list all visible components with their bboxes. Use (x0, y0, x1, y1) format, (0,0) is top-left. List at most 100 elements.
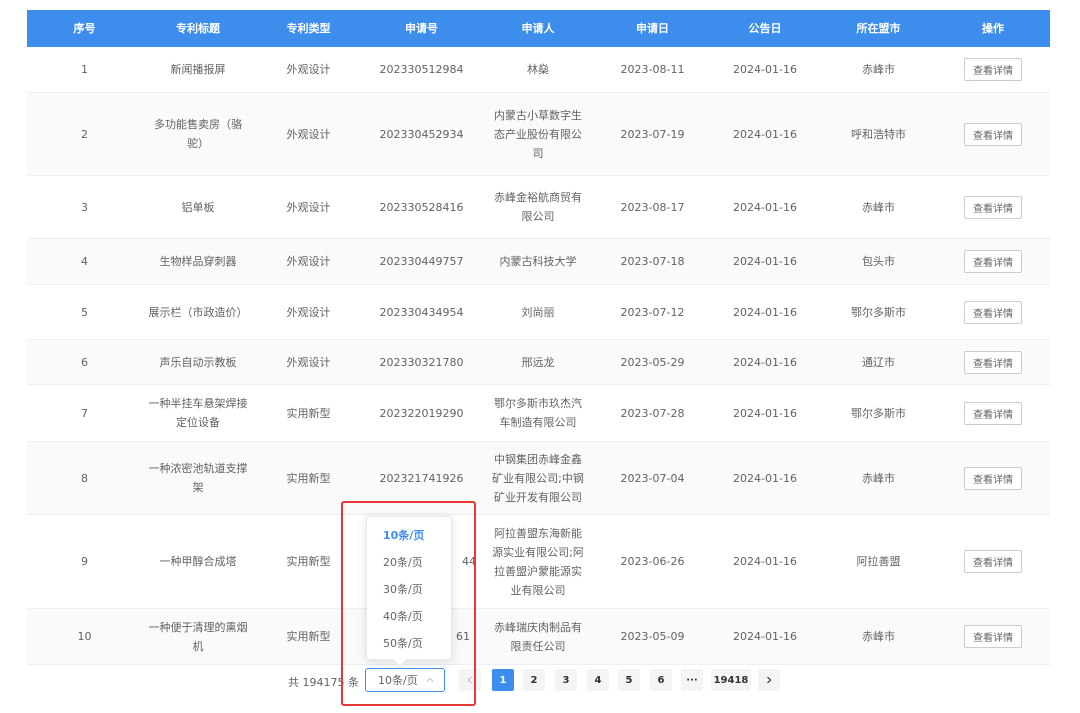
application-number: 202322019290 (379, 406, 464, 420)
action-cell: 查看详情 (936, 340, 1050, 384)
applicant: 中钢集团赤峰金鑫矿业有限公司;中钢矿业开发有限公司 (492, 452, 584, 504)
last-page-button[interactable]: 19418 (711, 669, 751, 691)
total-count: 共 194175 条 (288, 676, 359, 689)
applicant: 阿拉善盟东海新能源实业有限公司;阿拉善盟沪蒙能源实业有限公司 (492, 526, 584, 597)
chevron-right-icon (767, 676, 772, 684)
patent-type: 外观设计 (286, 255, 331, 268)
application-date: 2023-08-11 (620, 63, 685, 76)
row-number: 10 (77, 630, 92, 643)
table-row: 9 一种甲醇合成塔 实用新型 44 阿拉善盟东海新能源实业有限公司;阿拉善盟沪蒙… (27, 515, 1050, 609)
publication-date: 2024-01-16 (733, 255, 797, 268)
header-cell: 专利类型 (286, 22, 331, 35)
application-number: 202330434954 (379, 305, 464, 319)
patent-table: 序号 专利标题 专利类型 申请号 申请人 申请日 公告日 所在盟市 操作 1 新… (27, 10, 1050, 665)
view-details-button[interactable]: 查看详情 (964, 466, 1022, 490)
page-size-select[interactable]: 10条/页 (365, 668, 445, 692)
applicant: 内蒙古科技大学 (499, 255, 577, 268)
application-number: 202330512984 (379, 63, 464, 76)
view-details-button[interactable]: 查看详情 (964, 350, 1022, 374)
row-number: 2 (81, 127, 88, 141)
publication-date: 2024-01-16 (733, 200, 797, 214)
publication-date: 2024-01-16 (733, 406, 797, 420)
chevron-up-icon (426, 677, 434, 682)
city: 赤峰市 (862, 200, 895, 214)
applicant: 赤峰金裕航商贸有限公司 (494, 191, 582, 223)
action-cell: 查看详情 (936, 385, 1050, 441)
view-details-button[interactable]: 查看详情 (964, 401, 1022, 425)
header-cell: 专利标题 (176, 22, 220, 35)
page-button-6[interactable]: 6 (650, 669, 672, 691)
prev-page-button[interactable] (459, 669, 481, 691)
table-row: 1 新闻播报屏 外观设计 202330512984 林燊 2023-08-11 … (27, 47, 1050, 93)
page-button-1[interactable]: 1 (492, 669, 514, 691)
next-page-button[interactable] (758, 669, 780, 691)
patent-type: 实用新型 (286, 471, 331, 485)
view-details-button[interactable]: 查看详情 (964, 195, 1022, 219)
publication-date: 2024-01-16 (733, 63, 797, 76)
publication-date: 2024-01-16 (733, 355, 797, 369)
row-number: 9 (81, 555, 88, 568)
action-cell: 查看详情 (936, 285, 1050, 339)
patent-title: 生物样品穿刺器 (159, 255, 237, 268)
row-number: 6 (81, 355, 88, 369)
application-number: 202330528416 (379, 200, 464, 214)
page-button-4[interactable]: 4 (587, 669, 609, 691)
page-button-2[interactable]: 2 (523, 669, 545, 691)
page-size-option[interactable]: 40条/页 (367, 602, 451, 629)
row-number: 7 (81, 406, 88, 420)
header-cell: 公告日 (748, 22, 782, 35)
view-details-button[interactable]: 查看详情 (964, 58, 1022, 81)
view-details-button[interactable]: 查看详情 (964, 625, 1022, 648)
patent-title: 多功能售卖房（骆驼） (154, 118, 242, 150)
action-cell: 查看详情 (936, 47, 1050, 92)
application-date: 2023-07-28 (620, 406, 685, 420)
page-size-option[interactable]: 50条/页 (367, 629, 451, 656)
city: 阿拉善盟 (856, 555, 901, 568)
application-number: 202330449757 (379, 255, 464, 268)
patent-type: 外观设计 (286, 305, 331, 319)
view-details-button[interactable]: 查看详情 (964, 300, 1022, 324)
city: 鄂尔多斯市 (851, 406, 906, 420)
table-row: 7 一种半挂车悬架焊接定位设备 实用新型 202322019290 鄂尔多斯市玖… (27, 385, 1050, 442)
header-cell: 申请人 (521, 22, 555, 35)
page-size-option[interactable]: 10条/页 (367, 521, 451, 548)
pagination: 共 194175 条 10条/页 1 2 3 4 5 6 ··· 19418 (0, 668, 1080, 694)
application-date: 2023-07-19 (620, 127, 685, 141)
action-cell: 查看详情 (936, 176, 1050, 238)
action-cell: 查看详情 (936, 239, 1050, 284)
city: 赤峰市 (862, 471, 895, 485)
page-size-option[interactable]: 30条/页 (367, 575, 451, 602)
table-row: 5 展示栏（市政造价） 外观设计 202330434954 刘尚丽 2023-0… (27, 285, 1050, 340)
application-date: 2023-06-26 (620, 555, 685, 568)
applicant: 内蒙古小草数字生态产业股份有限公司 (494, 108, 582, 160)
application-date: 2023-07-04 (620, 471, 685, 485)
applicant: 刘尚丽 (521, 305, 555, 319)
application-date: 2023-05-09 (620, 630, 685, 643)
header-cell: 所在盟市 (856, 22, 901, 35)
table-header: 序号 专利标题 专利类型 申请号 申请人 申请日 公告日 所在盟市 操作 (27, 10, 1050, 47)
applicant: 邢远龙 (521, 355, 555, 369)
view-details-button[interactable]: 查看详情 (964, 550, 1022, 573)
applicant: 赤峰瑞庆肉制品有限责任公司 (494, 620, 582, 653)
patent-type: 实用新型 (286, 406, 331, 420)
more-pages-button[interactable]: ··· (681, 669, 703, 691)
application-date: 2023-07-12 (620, 305, 685, 319)
patent-title: 声乐自动示教板 (159, 355, 237, 369)
page-button-5[interactable]: 5 (618, 669, 640, 691)
view-details-button[interactable]: 查看详情 (964, 122, 1022, 146)
row-number: 3 (81, 200, 88, 214)
patent-type: 外观设计 (286, 200, 331, 214)
city: 呼和浩特市 (851, 127, 906, 141)
page-button-3[interactable]: 3 (555, 669, 577, 691)
page-size-option[interactable]: 20条/页 (367, 548, 451, 575)
application-date: 2023-05-29 (620, 355, 685, 369)
view-details-button[interactable]: 查看详情 (964, 250, 1022, 273)
applicant: 鄂尔多斯市玖杰汽车制造有限公司 (494, 397, 582, 429)
page-size-value: 10条/页 (378, 674, 418, 687)
patent-type: 外观设计 (286, 355, 331, 369)
table-row: 2 多功能售卖房（骆驼） 外观设计 202330452934 内蒙古小草数字生态… (27, 93, 1050, 176)
publication-date: 2024-01-16 (733, 555, 797, 568)
publication-date: 2024-01-16 (733, 305, 797, 319)
city: 包头市 (862, 255, 895, 268)
table-row: 10 一种便于清理的熏烟机 实用新型 61 赤峰瑞庆肉制品有限责任公司 2023… (27, 609, 1050, 665)
